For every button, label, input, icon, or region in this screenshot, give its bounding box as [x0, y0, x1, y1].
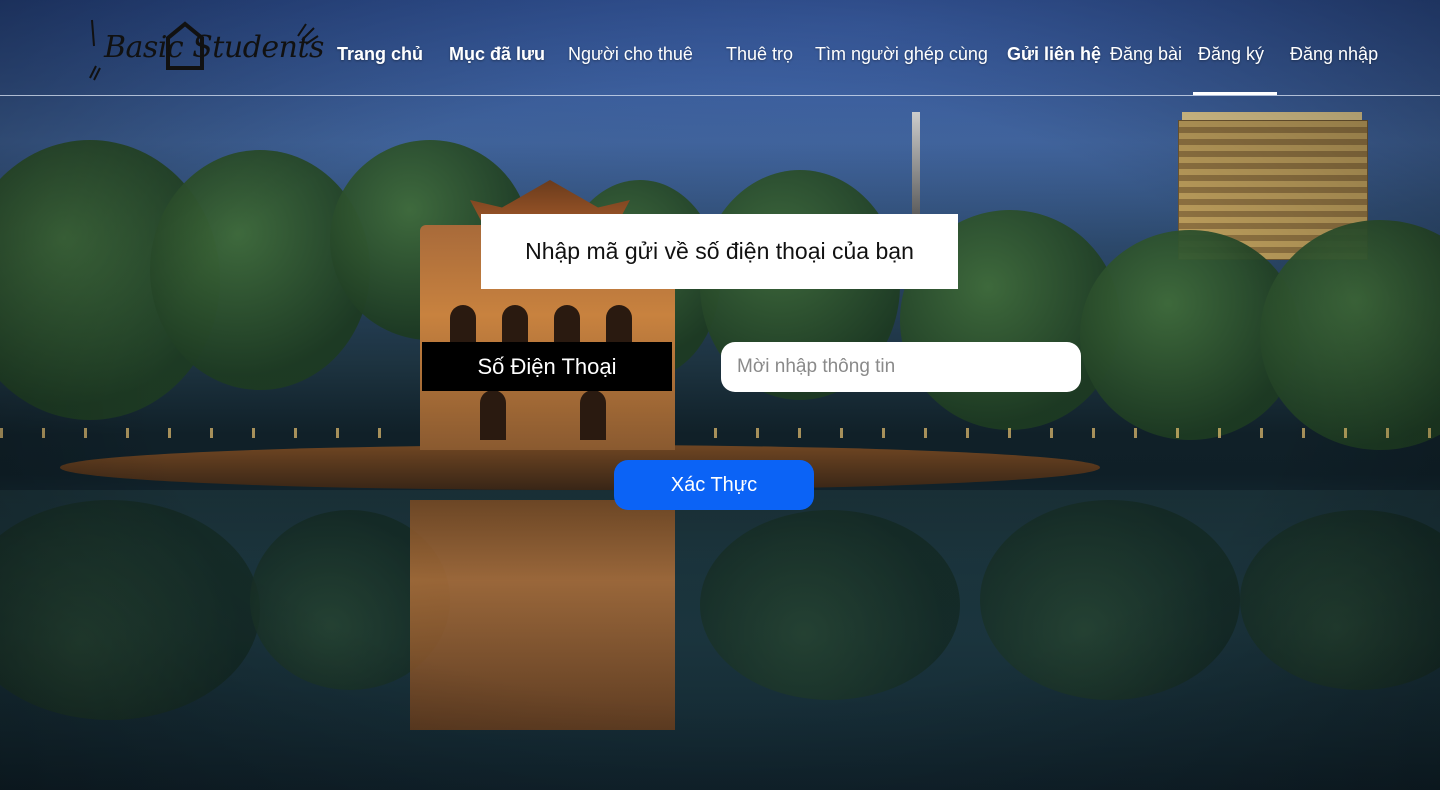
nav-item-trang-chu[interactable]: Trang chủ	[337, 44, 423, 65]
top-navbar: Basic Students Trang chủ Mục đã lưu Ngườ…	[0, 0, 1440, 96]
vignette	[0, 0, 1440, 790]
main-nav: Trang chủ Mục đã lưu Người cho thuê Thuê…	[0, 0, 1440, 96]
active-nav-indicator	[1193, 92, 1277, 95]
phone-label: Số Điện Thoại	[422, 342, 672, 391]
form-title: Nhập mã gửi về số điện thoại của bạn	[525, 238, 914, 264]
nav-item-dang-nhap[interactable]: Đăng nhập	[1290, 44, 1378, 65]
nav-item-muc-da-luu[interactable]: Mục đã lưu	[449, 44, 545, 65]
nav-item-thue-tro[interactable]: Thuê trọ	[726, 44, 793, 65]
nav-item-dang-bai[interactable]: Đăng bài	[1110, 44, 1182, 65]
phone-label-text: Số Điện Thoại	[477, 353, 617, 379]
verify-button[interactable]: Xác Thực	[614, 460, 814, 510]
phone-input[interactable]	[721, 342, 1081, 392]
form-title-card: Nhập mã gửi về số điện thoại của bạn	[481, 214, 958, 289]
nav-item-dang-ky[interactable]: Đăng ký	[1198, 44, 1264, 65]
nav-item-tim-nguoi-ghep[interactable]: Tìm người ghép cùng	[815, 44, 988, 65]
nav-item-nguoi-cho-thue[interactable]: Người cho thuê	[568, 44, 693, 65]
background-photo	[0, 0, 1440, 790]
page: Basic Students Trang chủ Mục đã lưu Ngườ…	[0, 0, 1440, 790]
nav-item-gui-lien-he[interactable]: Gửi liên hệ	[1007, 44, 1101, 65]
